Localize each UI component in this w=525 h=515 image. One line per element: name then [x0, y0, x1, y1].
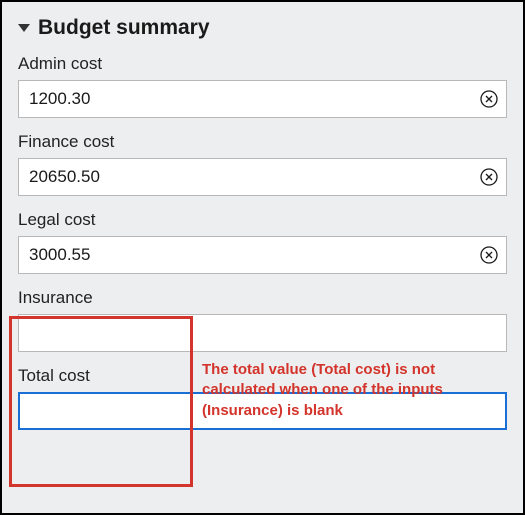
clear-icon[interactable] — [479, 245, 499, 265]
admin-cost-input[interactable] — [18, 80, 507, 118]
legal-cost-label: Legal cost — [18, 210, 507, 230]
admin-cost-label: Admin cost — [18, 54, 507, 74]
legal-cost-input[interactable] — [18, 236, 507, 274]
insurance-input[interactable] — [18, 314, 507, 352]
clear-icon[interactable] — [479, 89, 499, 109]
finance-cost-field: Finance cost — [18, 132, 507, 196]
section-header: Budget summary — [18, 16, 507, 40]
admin-cost-field: Admin cost — [18, 54, 507, 118]
legal-cost-field: Legal cost — [18, 210, 507, 274]
insurance-field: Insurance — [18, 288, 507, 352]
insurance-label: Insurance — [18, 288, 507, 308]
annotation-text: The total value (Total cost) is not calc… — [202, 360, 472, 421]
insurance-input-wrap — [18, 314, 507, 352]
clear-icon[interactable] — [479, 167, 499, 187]
legal-cost-input-wrap — [18, 236, 507, 274]
finance-cost-input[interactable] — [18, 158, 507, 196]
budget-summary-panel: Budget summary Admin cost Finance cost L… — [0, 0, 525, 515]
disclosure-triangle-icon[interactable] — [18, 24, 30, 32]
finance-cost-input-wrap — [18, 158, 507, 196]
admin-cost-input-wrap — [18, 80, 507, 118]
section-title: Budget summary — [38, 16, 210, 40]
finance-cost-label: Finance cost — [18, 132, 507, 152]
